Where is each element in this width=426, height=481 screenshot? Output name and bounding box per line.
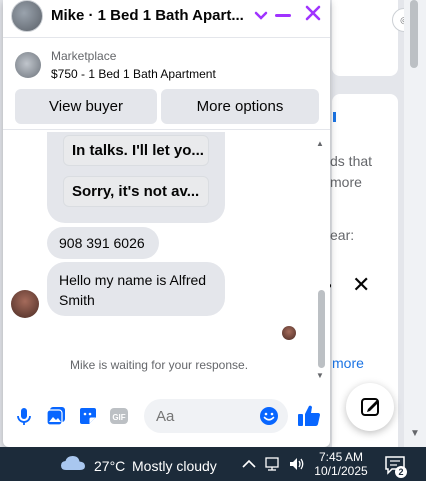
minimize-icon[interactable] [275,14,291,17]
microphone-icon[interactable] [13,405,35,427]
background-accent-line [333,112,336,122]
listing-thumbnail[interactable] [15,52,41,78]
listing-source: Marketplace [51,49,117,63]
weather-description[interactable]: Mostly cloudy [132,458,217,474]
cloud-icon[interactable] [60,453,86,473]
message-scrollbar-thumb[interactable] [318,290,325,368]
gif-icon[interactable]: GIF [108,405,130,427]
chat-title[interactable]: Mike · 1 Bed 1 Bath Apart... [51,7,244,24]
photo-icon[interactable] [45,405,67,427]
taskbar: 27°C Mostly cloudy 7:45 AM 10/1/2025 2 [0,447,426,481]
chevron-up-icon[interactable] [240,456,258,472]
more-options-button[interactable]: More options [161,89,319,124]
background-card-top [332,0,398,76]
chat-window: Mike · 1 Bed 1 Bath Apart... Marketplace… [3,0,330,447]
avatar[interactable] [11,0,43,32]
weather-temperature[interactable]: 27°C [94,458,125,474]
volume-icon[interactable] [288,456,306,472]
emoji-icon[interactable] [259,406,279,426]
like-icon[interactable] [296,403,322,429]
chat-header[interactable]: Mike · 1 Bed 1 Bath Apart... [3,0,330,38]
message-bubble[interactable]: Hello my name is Alfred Smith [47,262,225,316]
view-buyer-button[interactable]: View buyer [15,89,157,124]
quick-reply-button[interactable]: In talks. I'll let yo... [63,135,209,166]
waiting-status: Mike is waiting for your response. [69,358,249,372]
background-text: more [330,174,362,190]
chevron-down-icon[interactable] [251,6,271,26]
seen-indicator-avatar [282,326,296,340]
background-text: ds that [330,153,373,169]
svg-text:GIF: GIF [112,413,125,422]
scroll-up-arrow-icon[interactable]: ▲ [316,139,324,148]
listing-title[interactable]: $750 - 1 Bed 1 Bath Apartment [51,67,216,81]
sticker-icon[interactable] [77,405,99,427]
background-link[interactable]: more [332,355,364,371]
quick-reply-button[interactable]: Sorry, it's not av... [63,176,209,207]
compose-icon [361,398,379,416]
clock-time: 7:45 AM [318,450,364,464]
scroll-down-arrow-icon[interactable]: ▼ [410,428,420,439]
notification-count-badge: 2 [395,466,407,478]
message-composer: GIF [3,390,330,442]
new-message-button[interactable] [346,383,394,431]
message-list[interactable]: In talks. I'll let yo... Sorry, it's not… [3,132,330,384]
network-icon[interactable] [264,456,282,472]
clock[interactable]: 7:45 AM 10/1/2025 [310,450,372,478]
close-icon[interactable] [302,4,324,26]
marketplace-listing: Marketplace $750 - 1 Bed 1 Bath Apartmen… [3,40,330,130]
page-scrollbar-thumb[interactable] [410,0,418,68]
avatar[interactable] [11,290,39,318]
close-icon[interactable]: ✕ [352,272,370,298]
background-text: ear: [330,227,355,243]
clock-date: 10/1/2025 [314,464,368,478]
scroll-down-arrow-icon[interactable]: ▼ [316,371,324,380]
message-bubble[interactable]: 908 391 6026 [47,227,159,259]
